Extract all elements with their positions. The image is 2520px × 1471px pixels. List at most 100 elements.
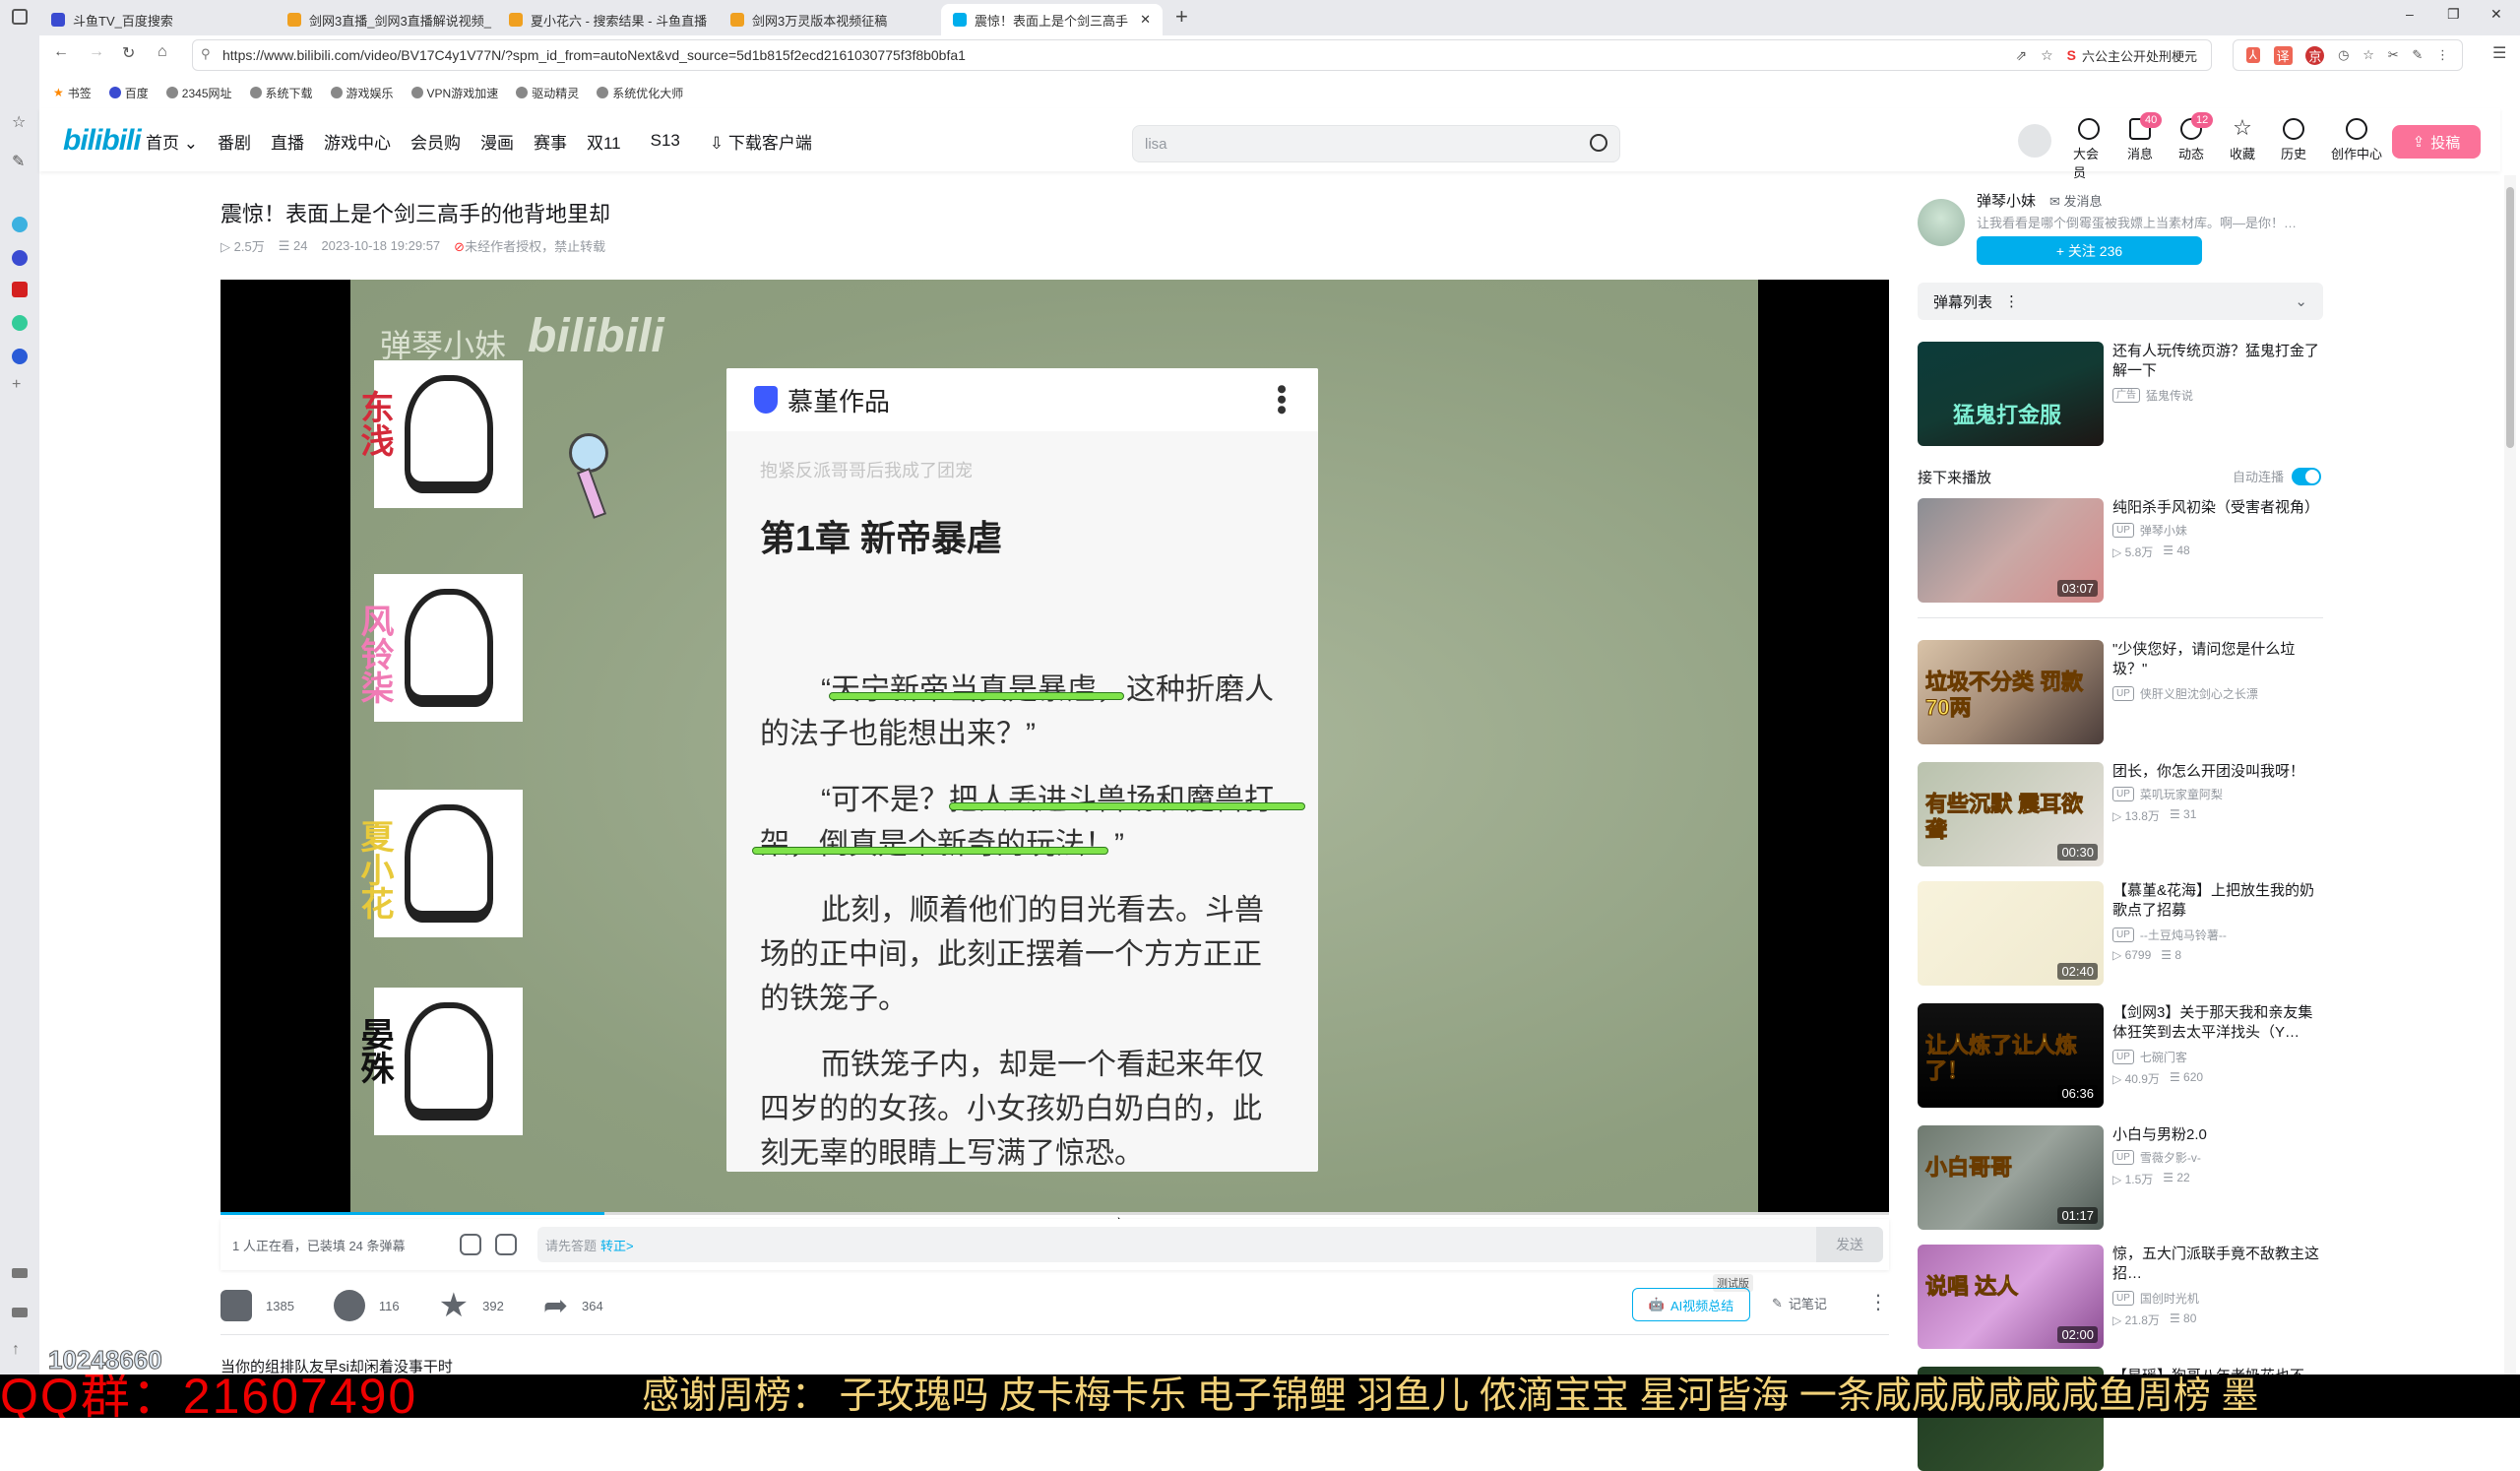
video-uploader[interactable]: UP 侠肝义胆沈剑心之长漂 <box>2112 685 2258 702</box>
video-uploader[interactable]: UP 雪薇夕影-v- <box>2112 1149 2201 1166</box>
header-vip[interactable]: 大会员 <box>2073 118 2105 181</box>
send-danmaku-button[interactable]: 发送 <box>1816 1227 1883 1262</box>
app-icon[interactable] <box>12 282 28 297</box>
video-title[interactable]: "少侠您好，请问您是什么垃圾？" <box>2112 640 2323 679</box>
become-member-link[interactable]: 转正> <box>600 1236 634 1254</box>
video-uploader[interactable]: UP 国创时光机 <box>2112 1290 2199 1307</box>
autoplay-toggle[interactable] <box>2292 467 2322 485</box>
header-creator-center[interactable]: 创作中心 <box>2329 118 2384 162</box>
bookmark-item[interactable]: 2345网址 <box>165 85 232 101</box>
video-title[interactable]: 惊，五大门派联手竟不敌教主这招… <box>2112 1245 2323 1284</box>
baidu-paw-icon[interactable] <box>12 250 28 266</box>
header-history[interactable]: 历史 <box>2278 118 2309 162</box>
pin-icon[interactable]: ↑ <box>12 1341 20 1359</box>
annotate-icon[interactable]: ✎ <box>2412 47 2423 63</box>
tab-jx3-contest[interactable]: 剑网3万灵版本视频征稿 <box>719 4 940 35</box>
uploader-avatar[interactable] <box>1918 199 1965 246</box>
nav-live[interactable]: 直播 <box>271 129 304 154</box>
restore-button[interactable]: ❐ <box>2447 6 2460 23</box>
recommended-video[interactable]: 03:07 纯阳杀手风初染（受害者视角） UP 弹琴小妹 ▷ 5.8万 ☰ 48 <box>1918 498 2323 603</box>
nav-game-center[interactable]: 游戏中心 <box>324 129 391 154</box>
video-progress-bar[interactable] <box>220 1212 1889 1215</box>
sidebar-toggle-icon[interactable] <box>12 9 28 25</box>
danmaku-input[interactable]: 请先答题 转正> <box>537 1227 1816 1262</box>
tab-xiaohua-search[interactable]: 夏小花六 - 搜索结果 - 斗鱼直播 <box>497 4 719 35</box>
video-uploader[interactable]: UP 弹琴小妹 <box>2112 522 2187 539</box>
follow-button[interactable]: + 关注 236 <box>1977 236 2202 265</box>
home-icon[interactable]: ⌂ <box>158 43 167 61</box>
header-messages[interactable]: 40 消息 <box>2124 112 2163 162</box>
recommended-video[interactable]: 小白哥哥 01:17 小白与男粉2.0 UP 雪薇夕影-v- ▷ 1.5万 ☰ 22 <box>1918 1125 2323 1230</box>
video-player[interactable]: 弹琴小妹 bilibili 东浅 风铃柒 夏小花 晏殊 慕堇作品 ••• 抱紧反派… <box>220 280 1889 1214</box>
danmaku-settings-icon[interactable] <box>495 1234 517 1255</box>
favorites-icon[interactable]: ☆ <box>2362 47 2374 63</box>
url-bar[interactable]: ⚲ https://www.bilibili.com/video/BV17C4y… <box>192 39 2212 71</box>
video-title[interactable]: 团长，你怎么开团没叫我呀！ <box>2112 762 2323 782</box>
folder-icon[interactable] <box>12 1268 28 1278</box>
bookmark-item[interactable]: 系统下载 <box>249 85 313 101</box>
browser-menu-icon[interactable]: ☰ <box>2492 43 2506 63</box>
nav-esports[interactable]: 赛事 <box>534 129 567 154</box>
clock-app-icon[interactable] <box>12 349 28 364</box>
close-icon[interactable]: ✕ <box>1140 12 1151 28</box>
bilibili-logo[interactable]: bilibili <box>63 124 142 158</box>
new-tab-button[interactable]: + <box>1175 4 1188 30</box>
more-menu-icon[interactable]: ⋮ <box>2436 47 2449 63</box>
forward-icon[interactable]: → <box>89 43 104 61</box>
favorite-button[interactable]: ★ 392 <box>439 1286 504 1325</box>
more-icon[interactable]: ⋮ <box>2004 292 2019 310</box>
recommended-video[interactable]: 02:40 【慕堇&花海】上把放生我的奶歌点了招募 UP --土豆炖马铃薯-- ▷ 67… <box>1918 881 2323 986</box>
search-engine-icon[interactable]: S <box>2067 47 2076 63</box>
screenshot-icon[interactable]: ✂ <box>2388 47 2399 63</box>
video-title[interactable]: 小白与男粉2.0 <box>2112 1125 2323 1145</box>
minimize-button[interactable]: – <box>2406 6 2414 22</box>
danmaku-list-toggle[interactable]: 弹幕列表 ⋮ ⌄ <box>1918 283 2323 320</box>
nav-download-client[interactable]: ⇩ 下载客户端 <box>710 129 812 154</box>
header-favorites[interactable]: ☆ 收藏 <box>2227 117 2258 162</box>
search-icon[interactable] <box>1590 134 1607 152</box>
danmaku-toggle-icon[interactable] <box>460 1234 481 1255</box>
tab-jx3-live[interactable]: 剑网3直播_剑网3直播解说视频_ <box>276 4 497 35</box>
add-icon[interactable]: + <box>12 376 21 394</box>
bookmark-item[interactable]: VPN游戏加速 <box>410 85 498 101</box>
bookmark-item[interactable]: ★ 书签 <box>53 85 92 101</box>
share-icon[interactable]: ⇗ <box>2015 47 2027 64</box>
like-button[interactable]: 1385 <box>220 1290 294 1321</box>
nav-double11[interactable]: 双11 <box>587 129 621 154</box>
video-uploader[interactable]: UP 七碗门客 <box>2112 1049 2187 1065</box>
bookmark-item[interactable]: 游戏娱乐 <box>330 85 394 101</box>
bookmark-item[interactable]: 驱动精灵 <box>516 85 579 101</box>
nav-mall[interactable]: 会员购 <box>410 129 461 154</box>
ad-card[interactable]: 猛鬼打金服 还有人玩传统页游？猛鬼打金了解一下 广告 猛鬼传说 <box>1918 342 2323 446</box>
translate-extension-icon[interactable]: 译 <box>2273 45 2293 65</box>
app-icon[interactable] <box>12 315 28 331</box>
nav-home[interactable]: 首页 ⌄ <box>146 129 198 154</box>
scrollbar-thumb[interactable] <box>2506 187 2514 448</box>
search-input[interactable]: lisa <box>1132 125 1620 162</box>
notes-icon[interactable]: ✎ <box>12 152 25 171</box>
search-engine-hint[interactable]: 六公主公开处刑梗元 <box>2082 46 2197 65</box>
app-icon[interactable] <box>12 217 28 232</box>
video-title[interactable]: 纯阳杀手风初染（受害者视角） <box>2112 498 2323 518</box>
page-scrollbar[interactable] <box>2504 175 2516 1375</box>
more-options-icon[interactable]: ⋮ <box>1868 1290 1888 1314</box>
send-message-link[interactable]: ✉ 发消息 <box>2049 191 2103 210</box>
ai-summary-button[interactable]: 🤖 AI视频总结 <box>1632 1288 1750 1321</box>
video-title[interactable]: 【慕堇&花海】上把放生我的奶歌点了招募 <box>2112 881 2323 921</box>
bookmark-star-icon[interactable]: ☆ <box>2041 47 2053 64</box>
extension-icon[interactable]: 京 <box>2305 45 2325 65</box>
window-icon[interactable] <box>12 1308 28 1317</box>
reload-icon[interactable]: ↻ <box>122 43 135 63</box>
recommended-video[interactable]: 说唱 达人 02:00 惊，五大门派联手竟不敌教主这招… UP 国创时光机 ▷ 21.8万… <box>1918 1245 2323 1349</box>
notes-button[interactable]: ✎ 记笔记 <box>1772 1294 1827 1312</box>
nav-anime[interactable]: 番剧 <box>218 129 251 154</box>
history-clock-icon[interactable]: ◷ <box>2338 47 2349 63</box>
upload-button[interactable]: ⇪ 投稿 <box>2392 125 2481 159</box>
favorites-icon[interactable]: ☆ <box>12 112 26 132</box>
video-title[interactable]: 【剑网3】关于那天我和亲友集体狂笑到去太平洋找头（Y… <box>2112 1003 2323 1043</box>
uploader-name[interactable]: 弹琴小妹 <box>1977 190 2036 211</box>
video-uploader[interactable]: UP 菜叽玩家童阿梨 <box>2112 786 2223 802</box>
pdf-extension-icon[interactable]: ⅄ <box>2245 47 2260 63</box>
user-avatar[interactable] <box>2018 124 2051 158</box>
video-uploader[interactable]: UP --土豆炖马铃薯-- <box>2112 927 2227 943</box>
